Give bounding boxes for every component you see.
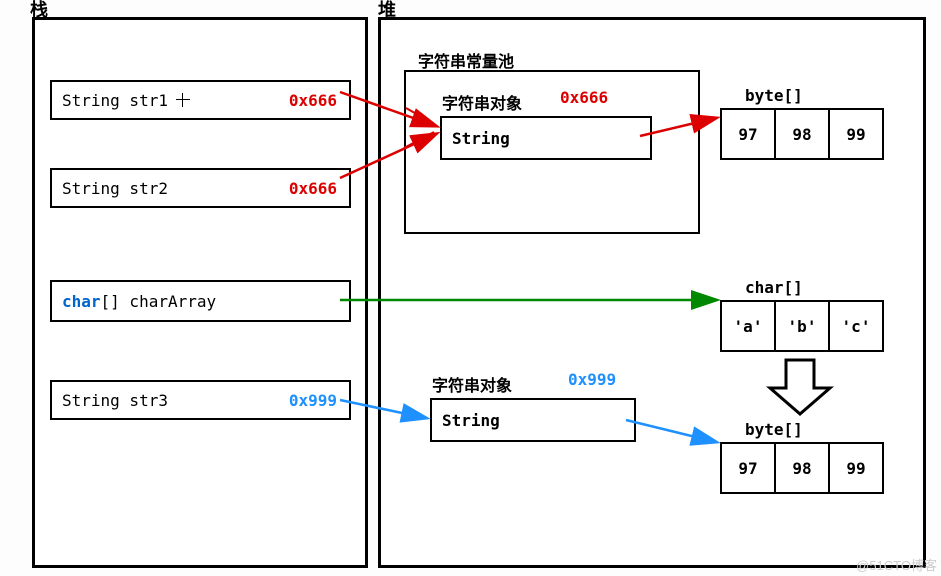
arrow-pool-to-byte1 — [640, 118, 716, 136]
watermark: @51CTO博客 — [856, 555, 937, 574]
arrow-str1-to-pool — [340, 92, 436, 126]
arrow-str2-to-pool — [340, 134, 436, 178]
arrows-layer — [0, 0, 941, 576]
diagram-canvas: 栈 堆 String str1 0x666 String str2 0x666 … — [0, 0, 941, 576]
arrow-str3-to-obj2 — [340, 400, 426, 418]
arrow-obj2-to-byte2 — [626, 420, 716, 442]
copy-down-arrow-icon — [770, 360, 830, 414]
